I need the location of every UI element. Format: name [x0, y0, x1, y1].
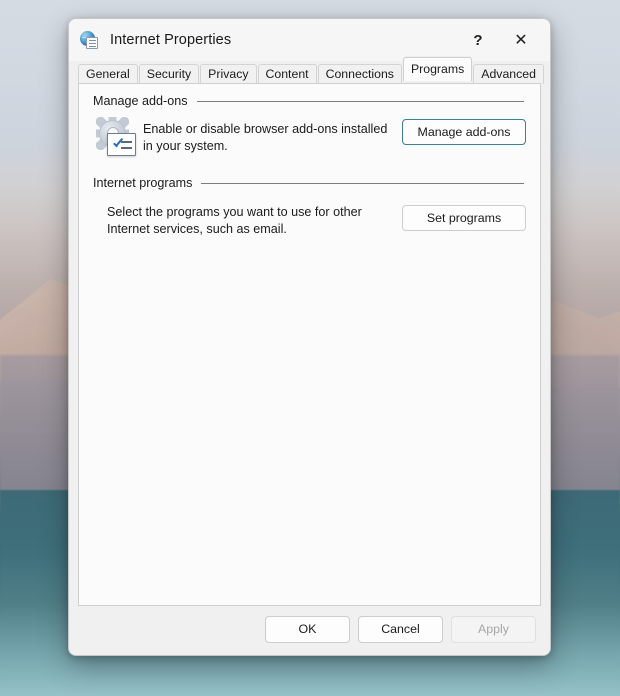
tab-strip: General Security Privacy Content Connect…	[78, 57, 544, 84]
tab-programs[interactable]: Programs	[402, 57, 473, 81]
internet-programs-header: Internet programs	[79, 176, 540, 190]
manage-addons-button[interactable]: Manage add-ons	[402, 119, 526, 145]
help-button[interactable]: ?	[458, 19, 498, 61]
cancel-button[interactable]: Cancel	[358, 615, 443, 643]
page-icon	[86, 37, 98, 49]
tab-security[interactable]: Security	[138, 64, 200, 84]
internet-programs-header-label: Internet programs	[93, 176, 193, 190]
manage-addons-header: Manage add-ons	[79, 94, 540, 108]
title-bar-buttons: ? ✕	[458, 19, 550, 61]
checklist-line-1	[121, 141, 132, 143]
set-programs-button-cell: Set programs	[402, 204, 526, 231]
tab-advanced[interactable]: Advanced	[473, 64, 544, 84]
internet-programs-row: Select the programs you want to use for …	[79, 190, 540, 237]
ok-button[interactable]: OK	[265, 615, 350, 643]
internet-properties-icon	[80, 30, 100, 50]
internet-properties-dialog: Internet Properties ? ✕ General Security…	[68, 18, 551, 656]
tab-privacy[interactable]: Privacy	[200, 64, 257, 84]
dialog-footer: OK Cancel Apply	[69, 603, 550, 655]
addons-icon-cell	[93, 117, 143, 158]
close-button[interactable]: ✕	[498, 19, 544, 61]
internet-programs-description: Select the programs you want to use for …	[107, 205, 362, 236]
tab-connections[interactable]: Connections	[317, 64, 402, 84]
tab-general[interactable]: General	[78, 64, 138, 84]
manage-addons-header-label: Manage add-ons	[93, 94, 188, 108]
checklist-line-2	[121, 147, 132, 149]
apply-button: Apply	[451, 615, 536, 643]
group-separator-line	[201, 182, 524, 184]
addons-gear-checklist-icon	[96, 117, 138, 158]
window-title: Internet Properties	[110, 32, 232, 48]
checklist-panel-icon	[107, 133, 136, 156]
manage-addons-description: Enable or disable browser add-ons instal…	[143, 122, 388, 153]
group-separator-line	[196, 100, 524, 102]
tab-content[interactable]: Content	[257, 64, 317, 84]
manage-addons-row: Enable or disable browser add-ons instal…	[79, 108, 540, 158]
title-bar: Internet Properties ? ✕	[69, 19, 550, 61]
manage-addons-group: Manage add-ons Enable or disable browser…	[79, 94, 540, 158]
programs-tab-panel: Manage add-ons Enable or disable browser…	[78, 83, 541, 606]
manage-addons-button-cell: Manage add-ons	[402, 118, 526, 145]
set-programs-button[interactable]: Set programs	[402, 205, 526, 231]
internet-programs-group: Internet programs Select the programs yo…	[79, 176, 540, 237]
